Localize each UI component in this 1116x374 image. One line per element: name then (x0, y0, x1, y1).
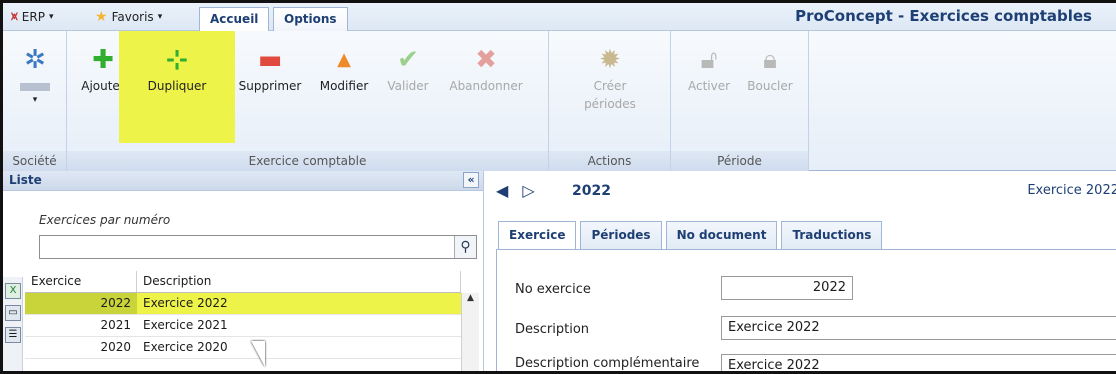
list-panel: Liste « Exercices par numéro ⚲ X ▭ ☰ Exe… (3, 171, 483, 371)
list-panel-header: Liste « (3, 171, 483, 191)
ribbon-group-exercice-comptable: ✚ Ajouter ⊹ Dupliquer ▬ Supprimer ▲ Modi… (67, 31, 549, 171)
chevron-down-icon: ▾ (32, 95, 38, 105)
table-row[interactable]: 2022 Exercice 2022 (25, 293, 461, 315)
table-row[interactable]: 2021 Exercice 2021 (25, 315, 461, 337)
mouse-cursor-icon (251, 341, 265, 367)
collapse-panel-button[interactable]: « (463, 172, 479, 188)
globe-icon: ✲ (24, 45, 46, 75)
cell-description: Exercice 2021 (143, 318, 228, 332)
detail-panel: ◀ ▷ 2022 Exercice 2022 Exercice Périodes… (483, 171, 1116, 371)
column-header-exercice[interactable]: Exercice (25, 271, 137, 292)
creer-label: Créer (593, 79, 627, 93)
triangle-icon: ▲ (337, 49, 351, 70)
tab-no-document[interactable]: No document (665, 221, 778, 249)
tab-traductions[interactable]: Traductions (781, 221, 883, 249)
ribbon-group-societe: ✲ ▾ Société (3, 31, 67, 171)
ribbon-group-label: Période (671, 151, 808, 171)
activer-button[interactable]: 🔓︎ Activer (679, 43, 739, 95)
erp-logo-icon: ⩙ (11, 9, 18, 23)
column-header-description[interactable]: Description (137, 271, 461, 292)
ribbon: ✲ ▾ Société ✚ Ajouter ⊹ Dupliquer ▬ Supp… (3, 31, 1116, 171)
list-panel-title: Liste (9, 173, 42, 187)
erp-menu[interactable]: ⩙ ERP ▾ (11, 9, 53, 24)
abandonner-label: Abandonner (449, 79, 523, 93)
description-complementaire-label: Description complémentaire (515, 356, 700, 371)
no-exercice-label: No exercice (515, 282, 591, 297)
favoris-menu[interactable]: ★ Favoris ▾ (95, 9, 162, 25)
boucler-label: Boucler (747, 79, 793, 93)
tab-options[interactable]: Options (273, 7, 348, 31)
star-icon: ★ (95, 9, 108, 25)
previous-arrow-icon[interactable]: ◀ (496, 181, 508, 200)
tab-exercice[interactable]: Exercice (498, 221, 577, 249)
valider-label: Valider (387, 79, 429, 93)
cell-description: Exercice 2020 (143, 340, 228, 354)
chevron-down-icon: ▾ (48, 11, 54, 22)
save-layout-icon[interactable]: ▭ (5, 305, 21, 321)
supprimer-label: Supprimer (238, 79, 302, 93)
tab-periodes[interactable]: Périodes (580, 221, 662, 249)
valider-button[interactable]: ✔ Valider (381, 43, 435, 95)
exercice-form: No exercice 2022 Description Exercice 20… (496, 249, 1116, 371)
ribbon-group-actions: ✹ Créer périodes Actions (549, 31, 671, 171)
table-header: Exercice Description (25, 271, 461, 293)
supprimer-button[interactable]: ▬ Supprimer (235, 43, 305, 95)
side-toolbar: X ▭ ☰ (3, 277, 23, 371)
description-complementaire-field[interactable]: Exercice 2022 (721, 354, 1116, 371)
favoris-menu-label: Favoris (111, 10, 154, 24)
minus-icon: ▬ (257, 45, 283, 75)
top-bar: ⩙ ERP ▾ ★ Favoris ▾ Accueil Options ProC… (3, 3, 1116, 31)
ribbon-group-periode: 🔓︎ Activer 🔒︎ Boucler Période (671, 31, 809, 171)
list-view-icon[interactable]: ☰ (5, 327, 21, 343)
periodes-label: périodes (584, 97, 636, 111)
record-navigation: ◀ ▷ (496, 181, 535, 200)
no-exercice-field[interactable]: 2022 (721, 276, 853, 300)
creer-periodes-button[interactable]: ✹ Créer périodes (563, 43, 657, 113)
duplicate-plus-icon: ⊹ (166, 45, 188, 75)
erp-menu-label: ERP (21, 9, 45, 24)
wizard-icon: ✹ (599, 45, 621, 75)
detail-tabs: Exercice Périodes No document Traduction… (498, 221, 883, 249)
current-year: 2022 (572, 183, 611, 199)
description-field[interactable]: Exercice 2022 (721, 316, 1116, 340)
cell-description: Exercice 2022 (143, 296, 228, 310)
societe-button[interactable]: ✲ ▾ (11, 43, 59, 109)
modifier-button[interactable]: ▲ Modifier (311, 43, 377, 95)
ribbon-group-label: Exercice comptable (67, 151, 548, 171)
dupliquer-label: Dupliquer (147, 79, 207, 93)
scroll-up-icon[interactable]: ▲ (467, 293, 474, 303)
table-row[interactable]: 2020 Exercice 2020 (25, 337, 461, 359)
abandonner-button[interactable]: ✖ Abandonner (443, 43, 529, 95)
ribbon-group-label: Actions (549, 151, 670, 171)
search-icon[interactable]: ⚲ (454, 236, 476, 258)
record-title: Exercice 2022 (1027, 183, 1116, 198)
exercices-table: Exercice Description 2022 Exercice 2022 … (25, 271, 461, 371)
cell-exercice: 2022 (25, 293, 137, 314)
lock-icon: 🔒︎ (763, 45, 777, 75)
ribbon-group-label: Société (3, 151, 66, 171)
cell-exercice: 2021 (100, 318, 131, 332)
chevron-down-icon: ▾ (157, 12, 163, 22)
search-field[interactable]: ⚲ (39, 235, 477, 259)
boucler-button[interactable]: 🔒︎ Boucler (739, 43, 801, 95)
app-window: ⩙ ERP ▾ ★ Favoris ▾ Accueil Options ProC… (0, 0, 1116, 374)
excel-export-icon[interactable]: X (5, 283, 21, 299)
table-scrollbar[interactable]: ▲ (461, 293, 479, 371)
activer-label: Activer (687, 79, 731, 93)
check-icon: ✔ (397, 45, 419, 75)
app-title: ProConcept - Exercices comptables (795, 7, 1092, 25)
cell-exercice: 2020 (100, 340, 131, 354)
dupliquer-button[interactable]: ⊹ Dupliquer (119, 31, 235, 143)
next-arrow-icon[interactable]: ▷ (522, 181, 534, 200)
modifier-label: Modifier (319, 79, 369, 93)
sort-selector[interactable]: Exercices par numéro (39, 213, 170, 227)
societe-placeholder (20, 83, 50, 91)
description-label: Description (515, 322, 590, 337)
tab-accueil[interactable]: Accueil (199, 7, 270, 31)
cancel-icon: ✖ (475, 45, 497, 75)
unlock-icon: 🔓︎ (700, 45, 718, 75)
